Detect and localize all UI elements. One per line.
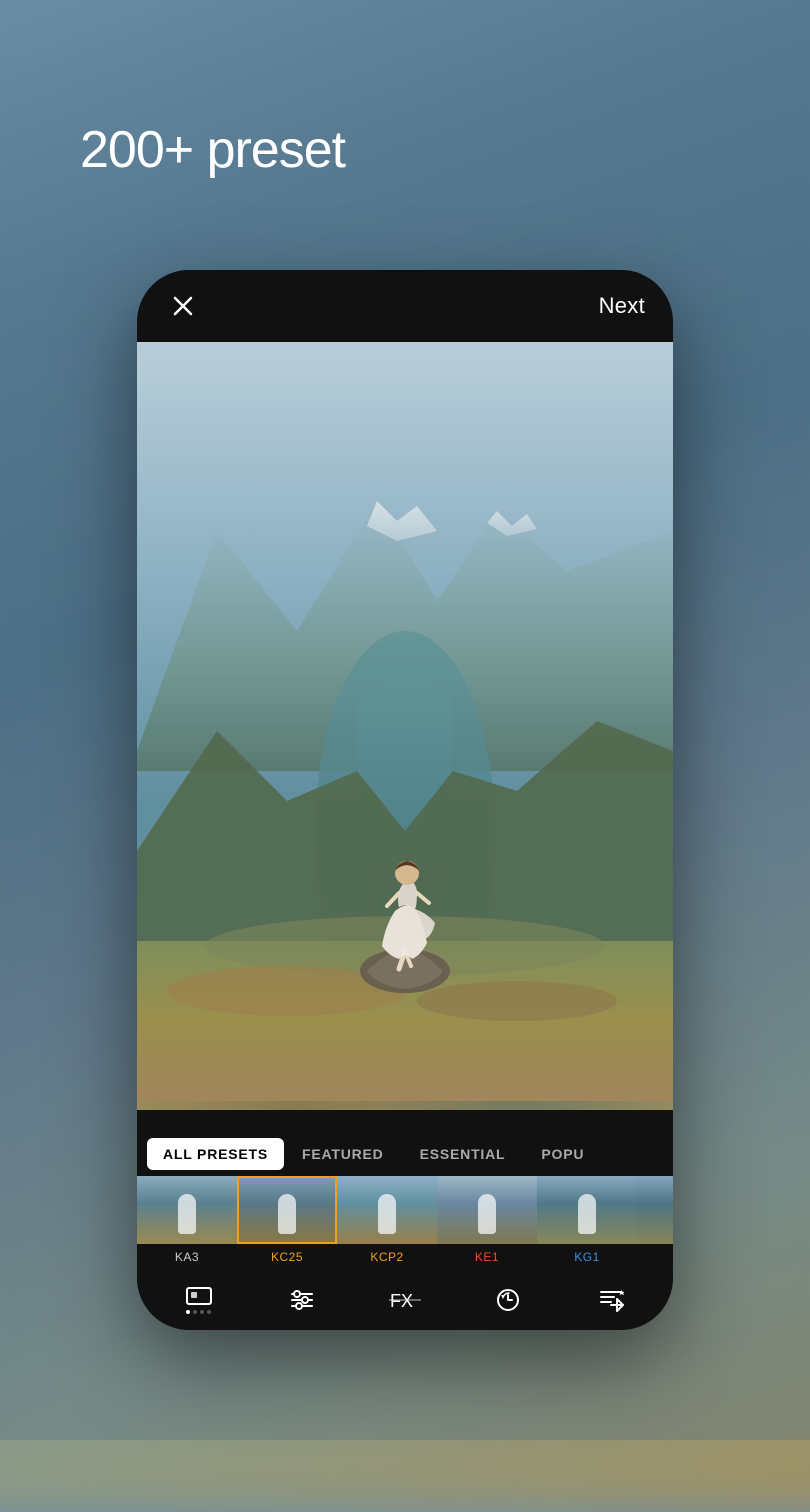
preset-tabs: ALL PRESETS FEATURED ESSENTIAL POPU bbox=[137, 1126, 673, 1182]
tab-popular[interactable]: POPU bbox=[523, 1138, 602, 1170]
preset-kg2[interactable]: KG2 bbox=[637, 1176, 673, 1270]
preset-kg1[interactable]: KG1 bbox=[537, 1176, 637, 1270]
photo-area bbox=[137, 342, 673, 1110]
preset-ke1[interactable]: KE1 bbox=[437, 1176, 537, 1270]
tab-all-presets[interactable]: ALL PRESETS bbox=[147, 1138, 284, 1170]
preset-ka3-label: KA3 bbox=[137, 1244, 237, 1270]
next-button[interactable]: Next bbox=[599, 293, 645, 319]
bottom-toolbar: FX bbox=[137, 1270, 673, 1330]
tab-essential[interactable]: ESSENTIAL bbox=[402, 1138, 524, 1170]
tool-fx[interactable]: FX bbox=[379, 1274, 431, 1326]
top-bar: Next bbox=[137, 270, 673, 342]
preset-ka3[interactable]: KA3 bbox=[137, 1176, 237, 1270]
headline-text: 200+ preset bbox=[80, 120, 345, 180]
tool-presets[interactable] bbox=[173, 1274, 225, 1326]
close-button[interactable] bbox=[165, 288, 201, 324]
preset-kg1-label: KG1 bbox=[537, 1244, 637, 1270]
svg-text:FX: FX bbox=[390, 1291, 413, 1311]
presets-dots bbox=[186, 1310, 211, 1314]
tool-revert[interactable] bbox=[482, 1274, 534, 1326]
tool-adjust[interactable] bbox=[276, 1274, 328, 1326]
preset-kc25-label: KC25 bbox=[237, 1244, 337, 1270]
preset-thumbnails: KA3 KC25 KCP2 KE1 KG1 KG2 bbox=[137, 1176, 673, 1270]
close-icon bbox=[171, 294, 195, 318]
preset-ke1-label: KE1 bbox=[437, 1244, 537, 1270]
photo-background bbox=[137, 342, 673, 1110]
preset-kcp2-label: KCP2 bbox=[337, 1244, 437, 1270]
presets-icon bbox=[186, 1287, 212, 1307]
export-icon bbox=[598, 1287, 624, 1313]
adjust-icon bbox=[289, 1289, 315, 1311]
preset-kc25[interactable]: KC25 bbox=[237, 1176, 337, 1270]
landscape-svg bbox=[137, 342, 673, 1110]
tab-featured[interactable]: FEATURED bbox=[284, 1138, 402, 1170]
fx-icon: FX bbox=[389, 1289, 421, 1311]
revert-icon bbox=[495, 1287, 521, 1313]
preset-kcp2[interactable]: KCP2 bbox=[337, 1176, 437, 1270]
phone-mockup: Next bbox=[137, 270, 673, 1330]
tool-export[interactable] bbox=[585, 1274, 637, 1326]
preset-kg2-label: KG2 bbox=[637, 1244, 673, 1270]
